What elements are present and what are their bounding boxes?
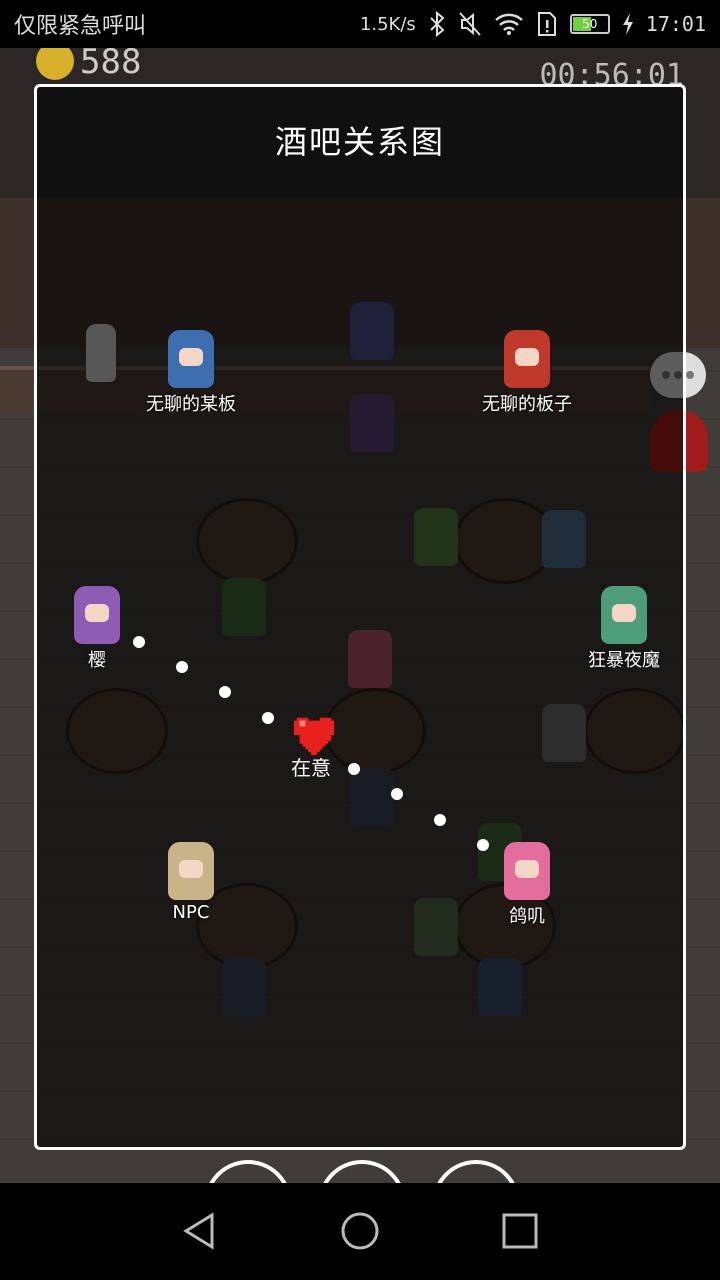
charging-icon — [622, 13, 633, 35]
battery-level: 50 — [582, 17, 598, 31]
character-portrait — [74, 586, 120, 644]
sim-alert-icon — [537, 12, 556, 36]
relation-dot — [133, 636, 145, 648]
character-portrait — [168, 330, 214, 388]
character-portrait — [504, 330, 550, 388]
character-portrait — [504, 842, 550, 900]
character-portrait — [168, 842, 214, 900]
relation-dot — [219, 686, 231, 698]
relation-dot — [391, 788, 403, 800]
relation-dot — [176, 661, 188, 673]
home-icon[interactable] — [340, 1211, 380, 1251]
character-name: 无聊的板子 — [482, 394, 572, 415]
back-icon[interactable] — [180, 1211, 220, 1251]
character-name: NPC — [172, 902, 210, 923]
character-node-pigeon[interactable]: 鸽叽 — [467, 842, 587, 928]
mute-icon — [459, 12, 481, 36]
character-name: 无聊的某板 — [146, 394, 236, 415]
wifi-icon — [494, 13, 523, 35]
recents-icon[interactable] — [500, 1211, 540, 1251]
character-portrait — [601, 586, 647, 644]
character-name: 樱 — [88, 650, 106, 671]
status-icons: 1.5K/s 50 17:01 — [360, 11, 706, 37]
character-name: 鸽叽 — [509, 906, 545, 927]
carrier-text: 仅限紧急呼叫 — [14, 14, 147, 39]
net-speed: 1.5K/s — [359, 13, 416, 35]
gold-counter: 588 — [80, 48, 142, 82]
character-node-sakura[interactable]: 樱 — [37, 586, 157, 672]
relation-dot — [434, 814, 446, 826]
character-node-npc[interactable]: NPC — [131, 842, 251, 923]
coin-icon — [36, 48, 74, 80]
dialog-title: 酒吧关系图 — [274, 123, 445, 161]
character-node-bored-board-2[interactable]: 无聊的板子 — [467, 330, 587, 416]
relation-label: 在意 — [291, 756, 331, 780]
clock: 17:01 — [645, 12, 706, 36]
relation-dot — [348, 763, 360, 775]
character-node-bored-board-1[interactable]: 无聊的某板 — [131, 330, 251, 416]
character-node-berserk[interactable]: 狂暴夜魔 — [564, 586, 684, 672]
bluetooth-icon — [430, 11, 445, 37]
character-name: 狂暴夜魔 — [588, 650, 660, 671]
navigation-bar — [0, 1183, 720, 1280]
status-bar: 仅限紧急呼叫 1.5K/s 50 17:01 — [0, 0, 720, 48]
relation-dot — [477, 839, 489, 851]
battery-icon: 50 — [569, 14, 610, 34]
relation-dot — [262, 712, 274, 724]
